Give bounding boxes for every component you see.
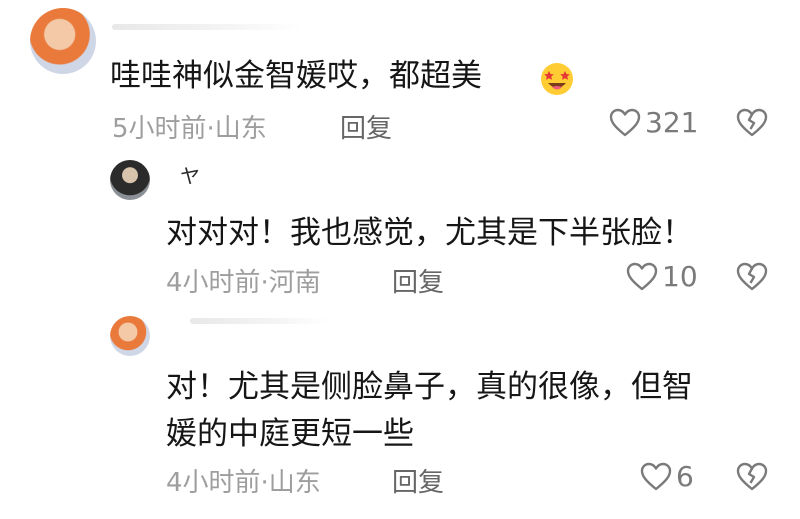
dislike-button[interactable]: [736, 108, 768, 138]
broken-heart-icon: [736, 108, 768, 137]
avatar[interactable]: [110, 160, 150, 200]
comment-time-location: 5小时前·山东: [112, 114, 267, 144]
author-name-obscured: [190, 318, 330, 324]
reply-button[interactable]: 回复: [392, 462, 444, 499]
comment-time-location: 4小时前·山东: [166, 468, 321, 498]
heart-outline-icon: [609, 108, 641, 136]
avatar[interactable]: [30, 8, 96, 74]
like-count: 6: [676, 460, 694, 493]
star-struck-emoji: [541, 63, 573, 95]
dislike-button[interactable]: [736, 462, 768, 492]
like-button[interactable]: 6: [640, 460, 694, 493]
reply-button[interactable]: 回复: [340, 108, 392, 145]
comment-time-location: 4小时前·河南: [166, 268, 321, 298]
comment-text: 对对对！我也感觉，尤其是下半张脸！: [166, 215, 693, 251]
comment-text-line: 媛的中庭更短一些: [166, 416, 414, 452]
comment-text-line: 对！尤其是侧脸鼻子，真的很像，但智: [166, 369, 693, 405]
like-button[interactable]: 321: [609, 106, 698, 139]
dislike-button[interactable]: [736, 262, 768, 292]
author-name: ヤ: [180, 164, 201, 188]
reply-button[interactable]: 回复: [392, 262, 444, 299]
heart-outline-icon: [640, 462, 672, 490]
comment-text: 哇哇神似金智媛哎，都超美: [110, 58, 482, 94]
like-count: 321: [645, 106, 699, 139]
heart-outline-icon: [626, 262, 658, 290]
like-button[interactable]: 10: [626, 260, 698, 293]
broken-heart-icon: [736, 262, 768, 291]
like-count: 10: [662, 260, 698, 293]
avatar[interactable]: [110, 316, 150, 356]
broken-heart-icon: [736, 462, 768, 491]
author-name-obscured: [112, 24, 302, 30]
